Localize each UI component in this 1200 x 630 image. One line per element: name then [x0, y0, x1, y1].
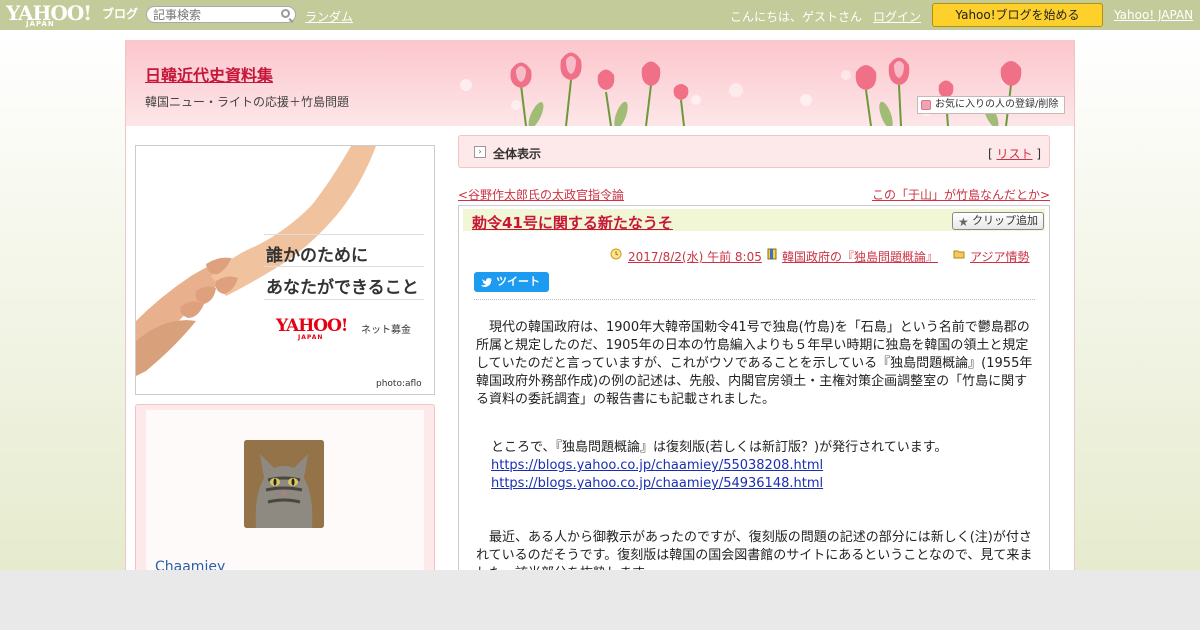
banner-divider: [264, 299, 424, 300]
banner-line2: あなたができること: [266, 278, 419, 298]
previous-article-link[interactable]: <谷野作太郎氏の太政官指令論: [458, 186, 624, 203]
article-body-paragraph: 最近、ある人から御教示があったのですが、復刻版の問題の記述の部分には新しく(注)…: [476, 529, 1036, 574]
search-input[interactable]: [153, 8, 275, 21]
yahoo-japan-link[interactable]: Yahoo! JAPAN: [1114, 8, 1193, 22]
paragraph-3: 最近、ある人から御教示があったのですが、復刻版の問題の記述の部分には新しく(注)…: [476, 530, 1033, 574]
viewport-bottom-strip: [0, 570, 1200, 630]
reference-link-1[interactable]: https://blogs.yahoo.co.jp/chaamiey/55038…: [491, 457, 1036, 475]
favorite-icon: [921, 100, 931, 110]
blog-title-link[interactable]: 日韓近代史資料集: [145, 62, 273, 86]
folder-icon: [953, 250, 965, 259]
profile-inner: Chaamiey: [146, 410, 424, 575]
blog-header: 日韓近代史資料集 韓国ニュー・ライトの応援＋竹島問題 お気に入りの人の登録/削除: [126, 40, 1074, 126]
random-link[interactable]: ランダム: [305, 8, 353, 25]
blog-page: 日韓近代史資料集 韓国ニュー・ライトの応援＋竹島問題 お気に入りの人の登録/削除…: [125, 40, 1075, 575]
favorite-register-button[interactable]: お気に入りの人の登録/削除: [917, 96, 1065, 114]
yahoo-logo-sub: JAPAN: [26, 20, 55, 28]
cat-avatar-image: [244, 440, 324, 528]
article-menu-bar: › 全体表示 [ リスト ]: [458, 135, 1050, 168]
blog-logo-text: ブログ: [102, 7, 139, 21]
article-box: 勅令41号に関する新たなうそ ★ クリップ追加 2017/8/2(水) 午前 8…: [458, 205, 1050, 575]
banner-yahoo-logo-sub: JAPAN: [298, 334, 324, 341]
banner-yahoo-logo: YAHOO!: [276, 316, 348, 336]
list-link[interactable]: リスト: [996, 147, 1032, 161]
start-blog-button[interactable]: Yahoo!ブログを始める: [932, 3, 1103, 27]
banner-caption: ネット募金: [361, 325, 411, 336]
star-icon: ★: [958, 215, 969, 229]
twitter-bird-icon: [481, 278, 492, 287]
book-icon: [767, 248, 777, 260]
banner-photo-credit: photo:aflo: [376, 379, 422, 389]
category-link[interactable]: 韓国政府の『独島問題概論』: [782, 248, 938, 265]
clock-icon: [610, 248, 622, 260]
article-divider: [474, 299, 1035, 300]
banner-divider: [264, 234, 424, 235]
tweet-label: ツイート: [496, 275, 540, 288]
list-link-wrapper: [ リスト ]: [988, 145, 1041, 162]
handshake-image: [136, 146, 376, 376]
login-link[interactable]: ログイン: [873, 8, 921, 25]
paragraph-1: 現代の韓国政府は、1900年大韓帝国勅令41号で独島(竹島)を「石島」という名前…: [476, 320, 1033, 407]
profile-box: Chaamiey: [135, 404, 435, 575]
favorite-button-label: お気に入りの人の登録/削除: [935, 99, 1059, 110]
blog-description: 韓国ニュー・ライトの応援＋竹島問題: [145, 95, 350, 109]
article-body-paragraph: ところで、『独島問題概論』は復刻版(若しくは新訂版？)が発行されています。 ht…: [491, 439, 1036, 493]
yahoo-blog-logo[interactable]: YAHOO! JAPAN ブログ: [6, 2, 140, 28]
tweet-button[interactable]: ツイート: [474, 272, 549, 292]
article-date-link[interactable]: 2017/8/2(水) 午前 8:05: [628, 248, 762, 265]
banner-line1: 誰かのために: [266, 246, 368, 266]
paragraph-2: ところで、『独島問題概論』は復刻版(若しくは新訂版？)が発行されています。: [491, 440, 948, 455]
donation-banner-ad[interactable]: 誰かのために あなたができること YAHOO! JAPAN ネット募金 phot…: [135, 145, 435, 395]
next-article-link[interactable]: この「于山」が竹島なんだとか>: [872, 186, 1050, 203]
folder-link[interactable]: アジア情勢: [970, 248, 1030, 265]
bracket-close: ]: [1032, 147, 1041, 161]
banner-divider: [264, 266, 424, 267]
search-box: [146, 6, 296, 23]
article-title-bar: 勅令41号に関する新たなうそ ★ クリップ追加: [463, 209, 1045, 233]
article-title-link[interactable]: 勅令41号に関する新たなうそ: [472, 212, 673, 233]
clip-add-button[interactable]: ★ クリップ追加: [952, 212, 1044, 230]
chevron-right-icon: ›: [474, 146, 486, 158]
search-icon[interactable]: [281, 9, 290, 18]
reference-link-2[interactable]: https://blogs.yahoo.co.jp/chaamiey/54936…: [491, 475, 1036, 493]
top-navigation-bar: YAHOO! JAPAN ブログ ランダム こんにちは、ゲストさん ログイン Y…: [0, 0, 1200, 30]
article-body-paragraph: 現代の韓国政府は、1900年大韓帝国勅令41号で独島(竹島)を「石島」という名前…: [476, 319, 1036, 409]
greeting-text: こんにちは、ゲストさん: [730, 10, 863, 24]
clip-add-label: クリップ追加: [972, 214, 1038, 227]
avatar[interactable]: [244, 440, 324, 528]
show-all-label: 全体表示: [493, 147, 542, 161]
